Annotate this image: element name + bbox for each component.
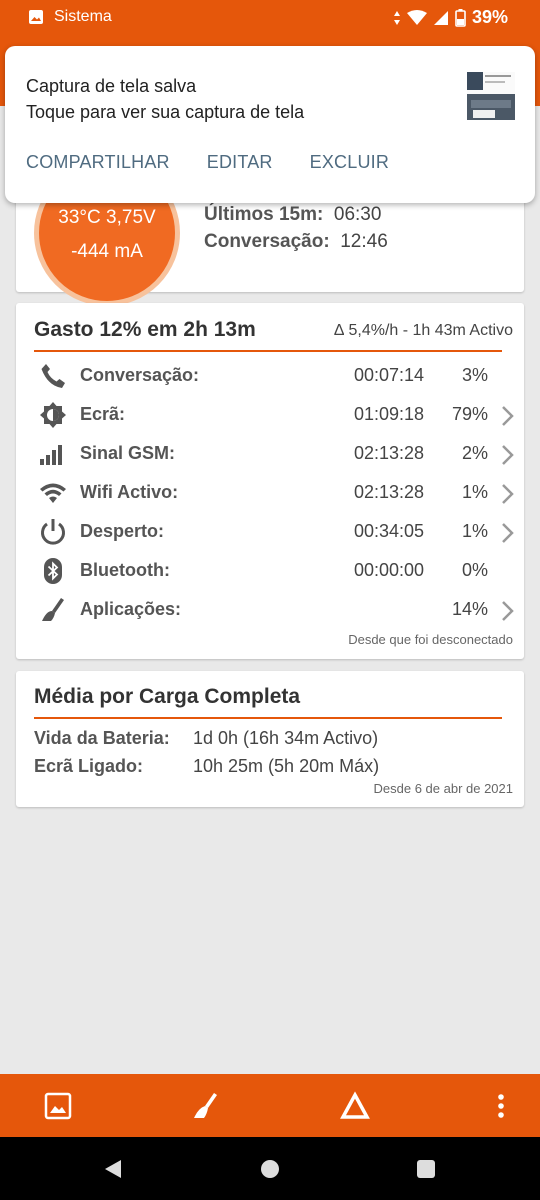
phone-icon [41, 364, 65, 388]
chevron-right-icon[interactable] [498, 599, 516, 623]
usage-percent: 79% [451, 404, 488, 424]
wifi-status-icon [406, 9, 427, 25]
last-15m-row: Últimos 15m: 06:30 [204, 204, 381, 226]
usage-row-apps[interactable]: Aplicações: 14% [34, 591, 518, 630]
usage-time: 02:13:28 [354, 443, 425, 463]
brightness-icon [40, 402, 66, 428]
usage-divider [34, 350, 502, 352]
usage-row-wifi[interactable]: Wifi Activo: 02:13:28 1% [34, 474, 518, 513]
screen-on-label: Ecrã Ligado: [34, 756, 144, 776]
usage-row-screen[interactable]: Ecrã: 01:09:18 79% [34, 396, 518, 435]
usage-time: 00:00:00 [354, 560, 425, 580]
usage-time: 01:09:18 [354, 404, 425, 424]
average-card: Média por Carga Completa Vida da Bateria… [16, 671, 524, 807]
usage-percent: 0% [461, 560, 488, 580]
usage-row-gsm[interactable]: Sinal GSM: 02:13:28 2% [34, 435, 518, 474]
battery-icon [455, 8, 466, 27]
status-bar: Sistema 39% [0, 0, 540, 36]
image-icon [29, 10, 43, 24]
chevron-right-icon[interactable] [498, 482, 516, 506]
talk-time-row: Conversação: 12:46 [204, 231, 388, 253]
average-divider [34, 717, 502, 719]
usage-row-conversation: Conversação: 00:07:14 3% [34, 357, 518, 396]
status-app-label: Sistema [54, 8, 112, 25]
more-vert-icon[interactable] [485, 1090, 517, 1122]
battery-life-label: Vida da Bateria: [34, 728, 170, 748]
wifi-icon [40, 483, 66, 503]
back-icon[interactable] [101, 1157, 125, 1181]
usage-label: Ecrã: [80, 404, 126, 424]
signal-icon [40, 445, 62, 465]
usage-label: Bluetooth: [80, 560, 170, 580]
battery-life-value: 1d 0h (16h 34m Activo) [193, 728, 379, 748]
usage-percent: 1% [461, 521, 488, 541]
data-transfer-icon [393, 10, 400, 25]
share-button[interactable]: COMPARTILHAR [26, 152, 170, 173]
usage-percent: 3% [461, 365, 488, 385]
home-icon[interactable] [258, 1157, 282, 1181]
delta-icon[interactable] [339, 1090, 371, 1122]
screen-on-value: 10h 25m (5h 20m Máx) [193, 756, 380, 776]
talk-time-value: 12:46 [340, 231, 388, 252]
broom-icon [42, 598, 64, 621]
chevron-right-icon[interactable] [498, 521, 516, 545]
broom-icon[interactable] [190, 1090, 222, 1122]
system-nav-bar [0, 1137, 540, 1200]
usage-label: Desperto: [80, 521, 165, 541]
bottom-toolbar [0, 1074, 540, 1137]
usage-label: Aplicações: [80, 599, 182, 619]
talk-time-label: Conversação: [204, 231, 330, 252]
screenshot-thumbnail[interactable] [467, 72, 515, 120]
usage-label: Sinal GSM: [80, 443, 176, 463]
edit-button[interactable]: EDITAR [207, 152, 273, 173]
gauge-temp-voltage: 33°C 3,75V [58, 207, 156, 228]
notification-subtitle: Toque para ver sua captura de tela [26, 102, 305, 122]
bluetooth-icon [44, 558, 62, 584]
recents-icon[interactable] [414, 1157, 438, 1181]
usage-time: 00:34:05 [354, 521, 425, 541]
last-15m-value: 06:30 [333, 204, 382, 225]
gauge-current: -444 mA [71, 241, 143, 262]
usage-title: Gasto 12% em 2h 13m [34, 318, 256, 341]
usage-time: 02:13:28 [354, 482, 425, 502]
battery-percent: 39% [471, 7, 508, 27]
last-15m-label: Últimos 15m: [204, 204, 324, 225]
screenshot-notification[interactable]: Captura de tela salva Toque para ver sua… [5, 46, 535, 203]
usage-percent: 14% [451, 599, 488, 619]
cell-signal-icon [433, 10, 448, 25]
usage-time: 00:07:14 [354, 365, 425, 385]
chevron-right-icon[interactable] [498, 443, 516, 467]
usage-rate: ∆ 5,4%/h - 1h 43m Activo [334, 322, 513, 339]
usage-percent: 1% [461, 482, 488, 502]
usage-row-bluetooth: Bluetooth: 00:00:00 0% [34, 552, 518, 591]
power-icon [41, 519, 65, 545]
usage-card: Gasto 12% em 2h 13m ∆ 5,4%/h - 1h 43m Ac… [16, 303, 524, 659]
delete-button[interactable]: EXCLUIR [310, 152, 389, 173]
usage-percent: 2% [461, 443, 488, 463]
average-footer: Desde 6 de abr de 2021 [373, 781, 514, 796]
usage-label: Wifi Activo: [80, 482, 179, 502]
usage-label: Conversação: [80, 365, 200, 385]
average-title: Média por Carga Completa [34, 685, 301, 708]
notification-title: Captura de tela salva [26, 76, 197, 96]
chevron-right-icon[interactable] [498, 404, 516, 428]
screenshot-icon[interactable] [42, 1090, 74, 1122]
usage-row-awake[interactable]: Desperto: 00:34:05 1% [34, 513, 518, 552]
usage-footer: Desde que foi desconectado [348, 632, 513, 647]
